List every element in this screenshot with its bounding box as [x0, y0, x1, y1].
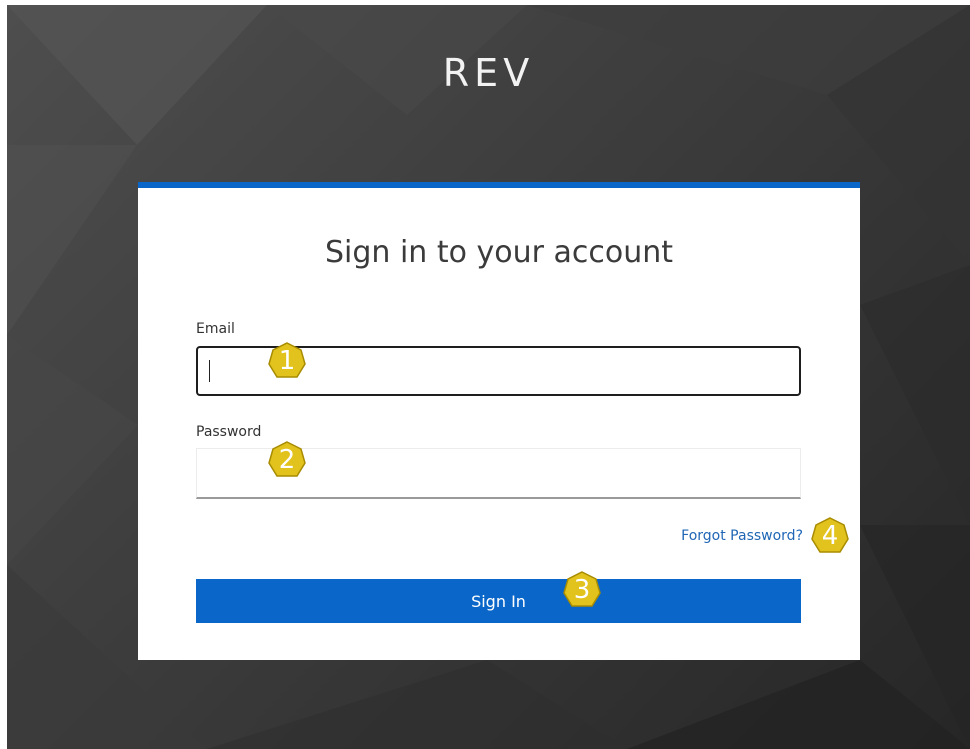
login-card: Sign in to your account Email Password F…: [138, 182, 860, 660]
login-screen: REV Sign in to your account Email Passwo…: [7, 5, 970, 749]
annotation-badge-3: 3: [563, 571, 601, 609]
annotation-badge-4: 4: [811, 517, 849, 555]
text-caret: [209, 360, 210, 382]
brand-logo: REV: [442, 51, 535, 95]
annotation-number: 4: [821, 521, 839, 551]
forgot-password-link[interactable]: Forgot Password?: [681, 528, 803, 544]
email-label: Email: [196, 321, 235, 337]
page-title: Sign in to your account: [324, 235, 674, 270]
sign-in-button[interactable]: Sign In: [196, 579, 801, 623]
annotation-number: 1: [278, 346, 296, 376]
annotation-badge-2: 2: [268, 441, 306, 479]
annotation-badge-1: 1: [268, 342, 306, 380]
annotation-number: 2: [278, 445, 296, 475]
password-label: Password: [196, 424, 262, 440]
annotation-number: 3: [573, 575, 591, 605]
